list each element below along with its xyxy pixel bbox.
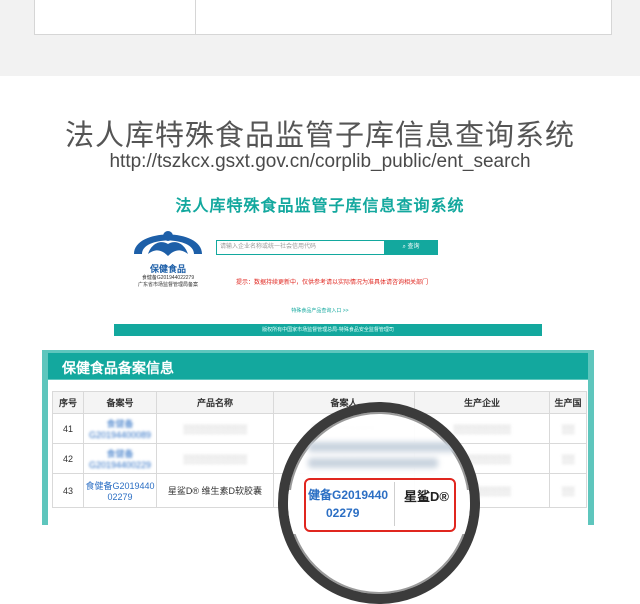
row-number: 43 xyxy=(52,473,84,508)
highlight-box xyxy=(304,478,456,532)
column-header: 生产国 xyxy=(549,391,587,414)
product-entry-link[interactable]: 特殊食品产品查询入口 >> xyxy=(0,307,640,314)
site-title: 法人库特殊食品监管子库信息查询系统 xyxy=(175,198,465,215)
country: ░░ xyxy=(549,413,587,444)
column-header: 序号 xyxy=(52,391,84,414)
product-name: ░░░░░░░░░░ xyxy=(156,413,274,444)
column-header: 产品名称 xyxy=(156,391,274,414)
record-code-text: 食健备G20194400089 xyxy=(88,419,152,440)
table-header-row: 序号 备案号 产品名称 备案人 生产企业 生产国 xyxy=(52,391,587,414)
record-code[interactable]: 食健备G20194400229 xyxy=(83,443,157,474)
page-heading: 法人库特殊食品监管子库信息查询系统 xyxy=(64,120,575,152)
search-button-label: 查询 xyxy=(407,244,420,250)
product-name: 星鲨D® 维生素D软胶囊 xyxy=(156,473,274,508)
top-card-divider xyxy=(195,0,196,34)
magnifier-lens: 健备G2019440 02279 星鲨D® xyxy=(278,402,480,604)
system-url[interactable]: http://tszkcx.gsxt.gov.cn/corplib_public… xyxy=(0,151,640,173)
product-name: ░░░░░░░░░░ xyxy=(156,443,274,474)
record-code-text: 食健备G20194400229 xyxy=(88,449,152,470)
record-code[interactable]: 食健备G2019440 02279 xyxy=(83,473,157,508)
column-header: 备案号 xyxy=(83,391,157,414)
logo-code: 食健备G201944022279 xyxy=(141,275,195,281)
record-code-text: 食健备G2019440 02279 xyxy=(85,481,155,502)
logo-authority: 广东省市场监督管理局备案 xyxy=(137,282,198,288)
search-button[interactable]: ⌕ 查询 xyxy=(384,240,438,255)
top-card xyxy=(34,0,612,35)
row-number: 41 xyxy=(52,413,84,444)
country: ░░ xyxy=(549,473,587,508)
footer-bar: 版权所有中国家市场监督管理总局-特殊食品安全监督管理司 xyxy=(114,324,542,336)
column-header: 生产企业 xyxy=(414,391,550,414)
record-panel-title: 保健食品备案信息 xyxy=(62,360,174,376)
row-number: 42 xyxy=(52,443,84,474)
search-input[interactable]: 请输入企业名称或统一社会信用代码 xyxy=(216,240,387,255)
blurred-row xyxy=(308,458,438,468)
blurred-row xyxy=(308,442,458,452)
country: ░░ xyxy=(549,443,587,474)
notice-text: 提示：数据持续更新中，仅供参考请以实际情况为准具体请咨询相关部门 xyxy=(236,280,429,286)
record-code[interactable]: 食健备G20194400089 xyxy=(83,413,157,444)
